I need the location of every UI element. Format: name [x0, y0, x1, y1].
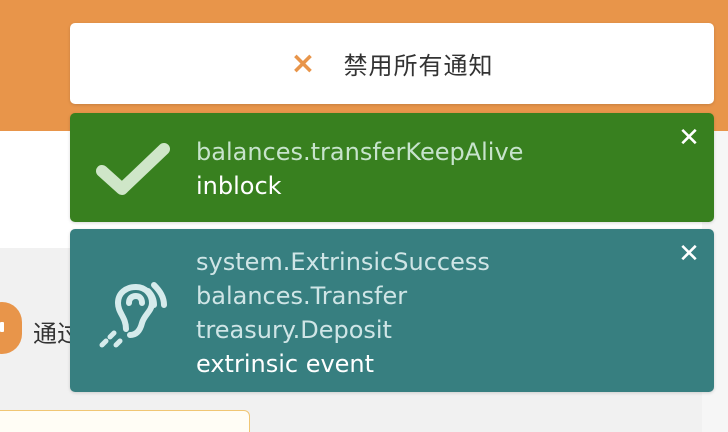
dismiss-all-label: 禁用所有通知 — [343, 52, 494, 80]
dismiss-all-notifications-button[interactable]: × 禁用所有通知 — [70, 23, 714, 104]
event-line: treasury.Deposit — [196, 316, 392, 344]
ear-listen-icon — [99, 282, 167, 348]
notification-toast-inblock: ✕ balances.transferKeepAlive inblock — [70, 113, 714, 222]
event-line: system.ExtrinsicSuccess — [196, 248, 490, 276]
notification-toast-events: ✕ system.ExtrinsicSuccess balances.Trans… — [70, 229, 714, 392]
close-icon: × — [290, 45, 316, 81]
event-line: balances.Transfer — [196, 282, 408, 310]
notification-status: extrinsic event — [196, 350, 375, 378]
partial-card — [0, 410, 250, 432]
checkmark-icon — [96, 143, 170, 195]
info-badge-icon — [0, 302, 22, 354]
close-notification-button[interactable]: ✕ — [676, 125, 702, 151]
notification-status: inblock — [196, 172, 282, 200]
notification-method: balances.transferKeepAlive — [196, 138, 524, 166]
close-notification-button[interactable]: ✕ — [676, 241, 702, 267]
